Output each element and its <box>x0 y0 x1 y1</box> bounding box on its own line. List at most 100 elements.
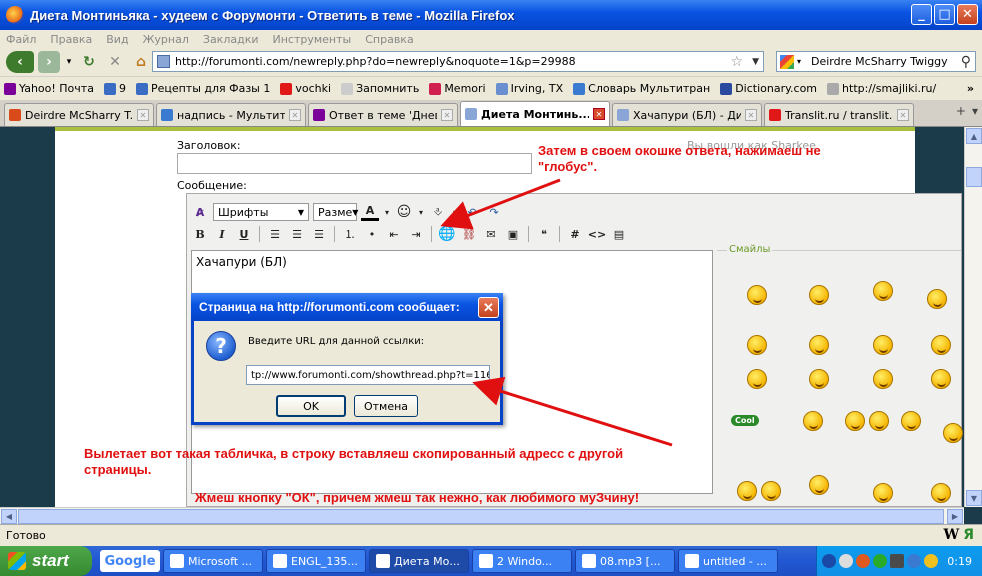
menu-edit[interactable]: Правка <box>50 33 92 46</box>
scroll-up-icon[interactable]: ▲ <box>966 128 982 144</box>
attach-icon[interactable]: ⎀ <box>429 203 447 221</box>
numbered-list-icon[interactable]: ⒈ <box>341 225 359 243</box>
display-icon[interactable] <box>890 554 905 568</box>
undo-icon[interactable]: ↶ <box>463 203 481 221</box>
taskbar-item-1[interactable]: ENGL_135... <box>266 549 366 573</box>
indent-icon[interactable]: ⇥ <box>407 225 425 243</box>
quote-icon[interactable]: ❝ <box>535 225 553 243</box>
menu-history[interactable]: Журнал <box>143 33 189 46</box>
bookmark-item[interactable]: Рецепты для Фазы 1 <box>135 82 270 95</box>
cancel-button[interactable]: Отмена <box>354 395 418 417</box>
forward-button[interactable]: › <box>38 51 60 73</box>
search-icon[interactable]: ⚲ <box>961 54 971 70</box>
smiley-icon[interactable] <box>761 481 781 501</box>
bookmarks-overflow-icon[interactable]: » <box>967 82 974 95</box>
minimize-button[interactable]: _ <box>911 4 932 25</box>
smiley-icon[interactable] <box>809 335 829 355</box>
taskbar-item-3[interactable]: 2 Windo... <box>472 549 572 573</box>
tab-5[interactable]: Translit.ru / translit... ✕ <box>764 103 914 126</box>
tab-close-icon[interactable]: ✕ <box>593 108 605 120</box>
dialog-close-button[interactable]: ✕ <box>478 297 499 318</box>
insert-email-icon[interactable]: ✉ <box>482 225 500 243</box>
hscroll-thumb[interactable] <box>18 509 944 524</box>
smiley-icon[interactable] <box>737 481 757 501</box>
bullet-list-icon[interactable]: • <box>363 225 381 243</box>
cool-smiley-label[interactable]: Cool <box>731 415 759 426</box>
menu-file[interactable]: Файл <box>6 33 36 46</box>
smiley-icon[interactable] <box>943 423 963 443</box>
maximize-button[interactable]: □ <box>934 4 955 25</box>
remove-format-icon[interactable]: A̷ <box>191 203 209 221</box>
addon-icon[interactable]: Я <box>963 527 974 543</box>
tab-close-icon[interactable]: ✕ <box>137 109 149 121</box>
smiley-icon[interactable] <box>873 281 893 301</box>
tab-close-icon[interactable]: ✕ <box>289 109 301 121</box>
smiley-icon[interactable] <box>845 411 865 431</box>
redo-icon[interactable]: ↷ <box>485 203 503 221</box>
bookmark-star-icon[interactable]: ☆ <box>730 54 743 70</box>
smiley-icon[interactable] <box>927 289 947 309</box>
tab-list-icon[interactable]: ▾ <box>972 104 978 118</box>
horizontal-scrollbar[interactable]: ◀ ▶ <box>0 507 964 524</box>
remove-link-icon[interactable]: ⛓ <box>460 225 478 243</box>
tab-1[interactable]: надпись - Мультит... ✕ <box>156 103 306 126</box>
search-box[interactable]: ▾ Deirdre McSharry Twiggy ⚲ <box>776 51 976 72</box>
bookmark-item[interactable]: Запомнить <box>341 82 419 95</box>
align-center-icon[interactable]: ☰ <box>288 225 306 243</box>
url-input[interactable]: tp://www.forumonti.com/showthread.php?t=… <box>246 365 490 385</box>
search-input[interactable]: Deirdre McSharry Twiggy <box>811 55 948 68</box>
smiley-icon[interactable] <box>873 483 893 503</box>
attach-dropdown-icon[interactable]: ▾ <box>451 203 459 221</box>
taskbar-item-4[interactable]: 08.mp3 [... <box>575 549 675 573</box>
vertical-scrollbar[interactable]: ▲ ▼ <box>964 127 982 507</box>
bookmark-item[interactable]: Yahoo! Почта <box>4 82 94 95</box>
google-toolbar-button[interactable]: Google <box>100 550 160 572</box>
smiley-icon[interactable] <box>809 369 829 389</box>
new-tab-icon[interactable]: + <box>956 104 966 118</box>
volume-icon[interactable] <box>839 554 854 568</box>
home-icon[interactable]: ⌂ <box>130 51 152 73</box>
tab-close-icon[interactable]: ✕ <box>745 109 757 121</box>
smiley-icon[interactable] <box>747 335 767 355</box>
insert-link-globe-icon[interactable]: 🌐 <box>438 225 456 243</box>
tab-close-icon[interactable]: ✕ <box>897 109 909 121</box>
outdent-icon[interactable]: ⇤ <box>385 225 403 243</box>
tab-4[interactable]: Хачапури (БЛ) - Ди... ✕ <box>612 103 762 126</box>
underline-button[interactable]: U <box>235 225 253 243</box>
smiley-icon[interactable] <box>803 411 823 431</box>
tab-0[interactable]: Deirdre McSharry T... ✕ <box>4 103 154 126</box>
taskbar-item-2[interactable]: Диета Мо... <box>369 549 469 573</box>
url-bar[interactable]: http://forumonti.com/newreply.php?do=new… <box>152 51 764 72</box>
security-icon[interactable] <box>873 554 888 568</box>
smiley-icon[interactable] <box>901 411 921 431</box>
menu-tools[interactable]: Инструменты <box>273 33 352 46</box>
update-icon[interactable] <box>924 554 939 568</box>
menu-bookmarks[interactable]: Закладки <box>203 33 259 46</box>
close-window-button[interactable]: ✕ <box>957 4 978 25</box>
php-icon[interactable]: ▤ <box>610 225 628 243</box>
menu-view[interactable]: Вид <box>106 33 128 46</box>
subject-input[interactable] <box>177 153 532 174</box>
engine-dropdown-icon[interactable]: ▾ <box>797 57 801 66</box>
scroll-left-icon[interactable]: ◀ <box>1 509 17 524</box>
menu-help[interactable]: Справка <box>365 33 413 46</box>
smiley-icon[interactable] <box>931 335 951 355</box>
wikipedia-icon[interactable]: W <box>943 527 959 543</box>
bookmark-item[interactable]: vochki <box>280 82 331 95</box>
tray-icon[interactable] <box>822 554 837 568</box>
smiley-icon[interactable] <box>809 285 829 305</box>
bookmark-item[interactable]: http://smajliki.ru/ <box>827 82 936 95</box>
google-engine-icon[interactable] <box>780 54 794 69</box>
insert-image-icon[interactable]: ▣ <box>504 225 522 243</box>
smiley-icon[interactable] <box>873 369 893 389</box>
smiley-icon[interactable] <box>869 411 889 431</box>
network-icon[interactable] <box>856 554 871 568</box>
italic-button[interactable]: I <box>213 225 231 243</box>
smiley-icon[interactable] <box>747 369 767 389</box>
hash-icon[interactable]: # <box>566 225 584 243</box>
taskbar-item-5[interactable]: untitled - ... <box>678 549 778 573</box>
start-button[interactable]: start <box>0 546 92 576</box>
bluetooth-icon[interactable] <box>907 554 922 568</box>
bold-button[interactable]: B <box>191 225 209 243</box>
scroll-thumb[interactable] <box>966 167 982 187</box>
